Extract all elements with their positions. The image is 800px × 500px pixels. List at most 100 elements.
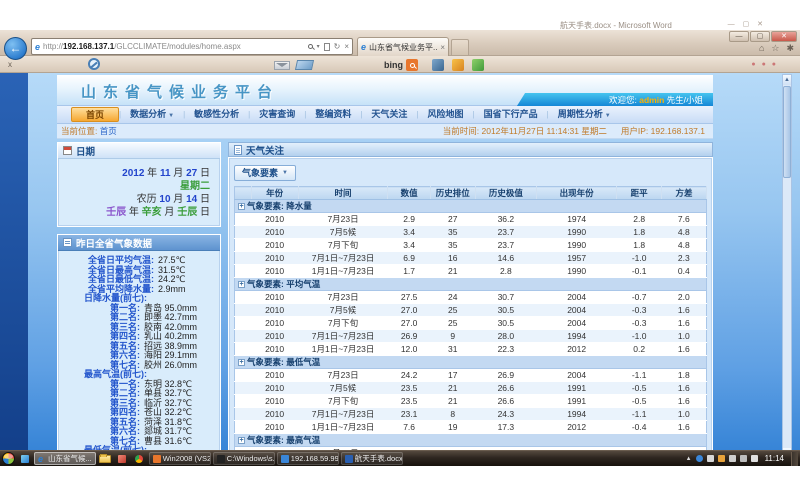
table-cell: 7月1日~7月23日	[298, 408, 388, 421]
table-row[interactable]: 20107月23日2.92736.219742.87.6	[235, 213, 707, 226]
bing-search-icon[interactable]	[406, 59, 418, 71]
expand-collapse-icon[interactable]: +	[238, 281, 245, 288]
taskbar-task-button[interactable]: 192.168.59.99...	[277, 452, 339, 465]
table-cell: -0.3	[617, 304, 662, 317]
browser-tab[interactable]: e 山东省气候业务平... ×	[357, 37, 449, 56]
table-row[interactable]: 20107月1日~7月23日26.9928.01994-1.01.0	[235, 330, 707, 343]
taskbar-task-button[interactable]: C:\Windows\s...	[213, 452, 275, 465]
minimize-button[interactable]: —	[729, 31, 749, 42]
taskbar-clock[interactable]: 11:14	[765, 454, 784, 463]
expand-collapse-icon[interactable]: +	[238, 203, 245, 210]
search-dropdown-icon[interactable]: ▾	[317, 43, 320, 50]
nav-item-1[interactable]: 首页	[71, 107, 119, 122]
bing-logo[interactable]: bing	[384, 60, 403, 70]
new-tab-button[interactable]	[451, 39, 469, 56]
start-button[interactable]	[2, 452, 15, 465]
show-desktop-button[interactable]	[791, 452, 798, 466]
stop-icon[interactable]: ×	[344, 42, 349, 51]
expand-collapse-icon[interactable]: +	[238, 437, 245, 444]
nav-item-3[interactable]: 敏感性分析	[185, 107, 248, 122]
addonbar-close-icon[interactable]: x	[8, 60, 12, 69]
page-scrollbar[interactable]: ▲ ▼	[782, 74, 792, 459]
breadcrumb-home-link[interactable]: 首页	[100, 126, 117, 136]
table-row[interactable]: 20101月1日~7月23日7.61917.32012-0.41.6	[235, 421, 707, 434]
column-header[interactable]: 距平	[617, 187, 662, 200]
tab-favicon: e	[361, 42, 366, 52]
addon-camera-icon[interactable]	[432, 59, 444, 71]
mail-icon[interactable]	[274, 61, 290, 70]
taskbar-pinned-icon[interactable]	[17, 452, 32, 465]
addon-pet-icon[interactable]	[452, 59, 464, 71]
column-header[interactable]: 数值	[388, 187, 430, 200]
table-group-row[interactable]: +气象要素: 最高气温	[235, 434, 707, 447]
table-row[interactable]: 20107月下旬27.02530.52004-0.31.6	[235, 317, 707, 330]
taskbar-task-button[interactable]: Win2008 (VS2...	[149, 452, 211, 465]
scrollbar-thumb[interactable]	[783, 86, 791, 178]
column-header[interactable]: 历史排位	[430, 187, 475, 200]
red-app-icon[interactable]	[115, 452, 130, 465]
nav-item-9[interactable]: 周期性分析▼	[549, 107, 620, 122]
element-dropdown-button[interactable]: 气象要素▼	[234, 165, 296, 181]
table-cell: 2.8	[617, 213, 662, 226]
column-header[interactable]: 出现年份	[537, 187, 617, 200]
refresh-icon[interactable]: ↻	[334, 42, 341, 51]
table-cell: 30.7	[475, 291, 536, 304]
table-row[interactable]: 20107月5候23.52126.61991-0.51.6	[235, 382, 707, 395]
nav-item-5[interactable]: 整编资料	[306, 107, 360, 122]
column-header[interactable]: 时间	[298, 187, 388, 200]
column-header[interactable]: 历史极值	[475, 187, 536, 200]
compatibility-icon[interactable]	[324, 43, 330, 51]
table-row[interactable]: 20107月下旬3.43523.719901.84.8	[235, 239, 707, 252]
nav-item-4[interactable]: 灾害查询	[250, 107, 304, 122]
table-row[interactable]: 20107月5候27.02530.52004-0.31.6	[235, 304, 707, 317]
table-row[interactable]: 20107月1日~7月23日23.1824.31994-1.11.0	[235, 408, 707, 421]
column-header[interactable]: 方差	[662, 187, 707, 200]
table-group-row[interactable]: +气象要素: 降水量	[235, 200, 707, 213]
tab-close-icon[interactable]: ×	[440, 43, 445, 52]
back-button[interactable]: ←	[4, 37, 27, 60]
favorites-star-icon[interactable]: ☆	[771, 43, 779, 54]
scroll-up-icon[interactable]: ▲	[783, 75, 791, 85]
tray-display-icon[interactable]	[707, 455, 714, 462]
addon-group-icon[interactable]	[472, 59, 484, 71]
address-bar[interactable]: e http://192.168.137.1/GLCCLIMATE/module…	[31, 38, 353, 55]
expand-collapse-icon[interactable]: +	[238, 359, 245, 366]
taskbar-task-button[interactable]: 航天手表.docx ...	[341, 452, 403, 465]
table-group-row[interactable]: +气象要素: 平均气温	[235, 278, 707, 291]
send-icon[interactable]	[295, 60, 314, 70]
nav-item-2[interactable]: 数据分析▼	[121, 107, 183, 122]
nav-item-7[interactable]: 风险地图	[419, 107, 473, 122]
nav-item-6[interactable]: 天气关注	[362, 107, 416, 122]
home-icon[interactable]: ⌂	[759, 43, 764, 54]
search-icon[interactable]	[308, 44, 313, 49]
table-cell: 1994	[537, 330, 617, 343]
tab-title: 山东省气候业务平...	[369, 42, 438, 53]
table-cell: -0.4	[617, 421, 662, 434]
table-row[interactable]: 20107月23日27.52430.72004-0.72.0	[235, 291, 707, 304]
table-row[interactable]: 20101月1日~7月23日12.03122.320120.21.6	[235, 343, 707, 356]
expand-cell	[235, 252, 252, 265]
blocker-icon[interactable]	[88, 58, 100, 70]
explorer-folder-icon[interactable]	[98, 452, 113, 465]
browser-app-icon[interactable]	[132, 452, 147, 465]
tray-flag-icon[interactable]	[729, 455, 736, 462]
table-row[interactable]: 20107月5候3.43523.719901.84.8	[235, 226, 707, 239]
maximize-button[interactable]: ▢	[750, 31, 770, 42]
taskbar-active-task[interactable]: e 山东省气候...	[34, 452, 96, 465]
addonbar-overflow-icon[interactable]: ● ● ●	[751, 61, 778, 68]
column-header[interactable]: 年份	[251, 187, 298, 200]
table-row[interactable]: 20101月1日~7月23日1.7212.81990-0.10.4	[235, 265, 707, 278]
settings-gear-icon[interactable]: ✱	[786, 43, 794, 54]
table-row[interactable]: 20107月1日~7月23日6.91614.61957-1.02.3	[235, 252, 707, 265]
table-cell: -0.7	[617, 291, 662, 304]
tray-hidden-icons-arrow[interactable]: ▲	[686, 456, 692, 462]
table-row[interactable]: 20107月23日24.21726.92004-1.11.8	[235, 369, 707, 382]
tray-volume-icon[interactable]	[751, 455, 758, 462]
close-button[interactable]: ✕	[771, 31, 797, 42]
table-group-row[interactable]: +气象要素: 最低气温	[235, 356, 707, 369]
nav-item-8[interactable]: 国省下行产品	[475, 107, 547, 122]
tray-download-icon[interactable]	[718, 455, 725, 462]
table-row[interactable]: 20107月下旬23.52126.61991-0.51.6	[235, 395, 707, 408]
tray-update-icon[interactable]	[696, 455, 703, 462]
tray-network-icon[interactable]	[740, 455, 747, 462]
